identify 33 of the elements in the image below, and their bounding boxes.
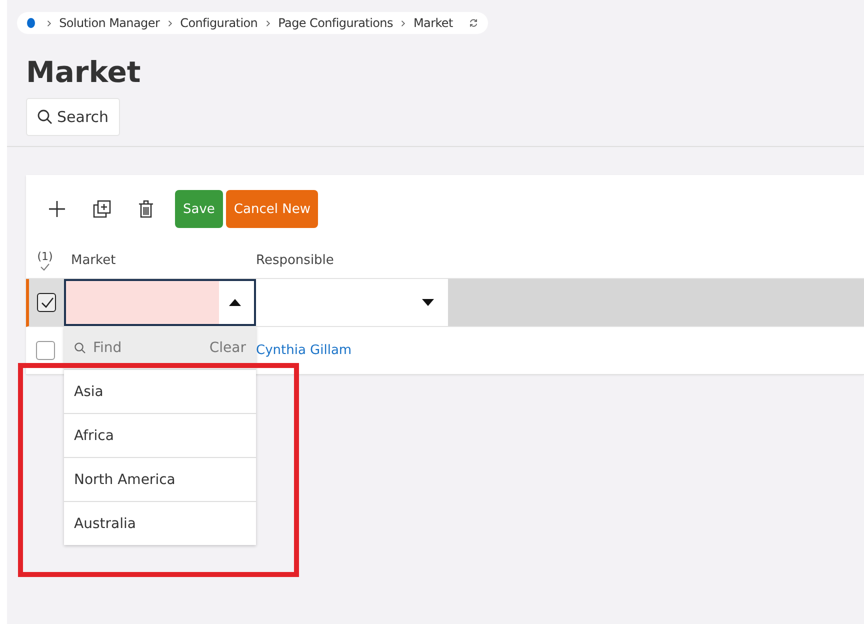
plus-icon[interactable] [48,200,66,218]
breadcrumb-item[interactable]: Configuration [180,16,258,30]
clear-link[interactable]: Clear [209,340,246,356]
checkmark-icon [40,296,54,308]
breadcrumb-item[interactable]: Market [413,16,453,30]
chevron-icon [400,18,406,28]
caret-down-icon [422,299,434,306]
dropdown-option[interactable]: Australia [64,501,256,545]
trash-icon[interactable] [138,200,154,218]
breadcrumb-item[interactable]: Page Configurations [278,16,393,30]
search-icon [74,342,86,354]
dropdown-option[interactable]: Africa [64,413,256,457]
check-icon[interactable] [40,262,50,270]
dropdown-option[interactable]: North America [64,457,256,501]
refresh-icon[interactable] [468,17,478,29]
page-title: Market [26,54,142,90]
responsible-link[interactable]: Cynthia Gillam [256,343,352,358]
search-icon [37,109,53,125]
find-field[interactable]: Find [91,338,175,356]
duplicate-icon[interactable] [93,200,111,218]
selection-count: (1) [37,250,53,262]
caret-up-icon [229,299,241,306]
chevron-icon [168,18,172,28]
dropdown-option[interactable]: Asia [64,369,256,413]
column-header[interactable]: Market [64,252,256,268]
chevron-icon [266,18,270,28]
chevron-icon [46,18,52,28]
column-header[interactable]: Responsible [256,252,334,268]
toolbar-button[interactable]: Save [175,190,223,228]
breadcrumb-item[interactable]: Solution Manager [59,16,160,30]
search-button[interactable]: Search [26,98,120,136]
row-checkbox[interactable] [37,293,56,312]
row-checkbox[interactable] [36,341,54,360]
